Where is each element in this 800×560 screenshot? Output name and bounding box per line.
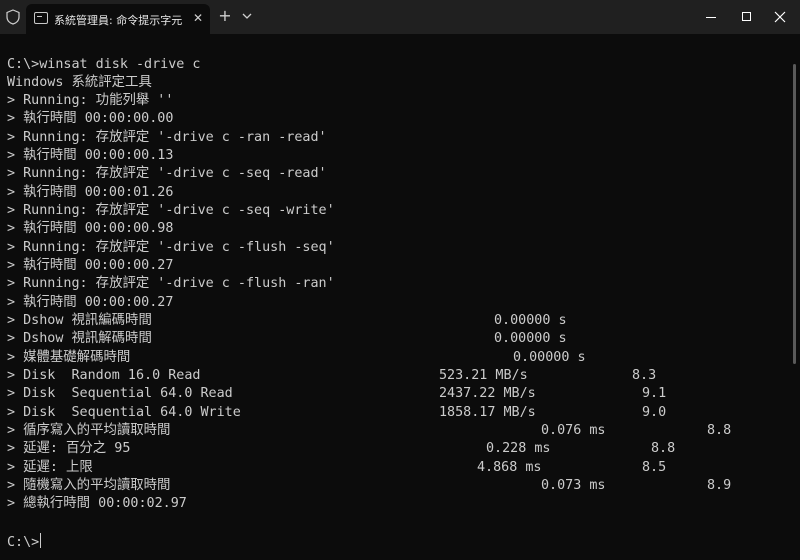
- result-label: > Disk Sequential 64.0 Read: [7, 386, 233, 401]
- terminal-line: > 執行時間 00:00:00.98: [7, 221, 174, 236]
- result-label: > 延遲: 上限: [7, 460, 93, 475]
- terminal-output[interactable]: C:\>winsat disk -drive c Windows 系統評定工具 …: [0, 34, 790, 560]
- result-value: 0.00000 s: [494, 313, 567, 328]
- result-score: 8.9: [707, 478, 732, 493]
- result-value: 0.00000 s: [513, 350, 586, 365]
- result-label: > 隨機寫入的平均讀取時間: [7, 478, 171, 493]
- result-score: 9.1: [642, 386, 667, 401]
- maximize-icon: [742, 12, 751, 21]
- result-label: > Dshow 視訊編碼時間: [7, 313, 152, 328]
- result-label: > Disk Sequential 64.0 Write: [7, 405, 241, 420]
- result-value: 2437.22 MB/s: [439, 386, 536, 401]
- close-icon: [774, 11, 786, 23]
- result-label: > 延遲: 百分之 95: [7, 441, 131, 456]
- terminal-line: > Running: 存放評定 '-drive c -ran -read': [7, 130, 327, 145]
- result-value: 0.073 ms: [541, 478, 606, 493]
- terminal-line: > Running: 存放評定 '-drive c -seq -write': [7, 203, 335, 218]
- terminal-line: > Running: 存放評定 '-drive c -flush -seq': [7, 240, 335, 255]
- result-label: > 媒體基礎解碼時間: [7, 350, 131, 365]
- result-value: 1858.17 MB/s: [439, 405, 536, 420]
- command-prompt[interactable]: C:\>: [7, 533, 42, 551]
- terminal-line: Windows 系統評定工具: [7, 75, 152, 90]
- terminal-line: > Running: 存放評定 '-drive c -flush -ran': [7, 276, 335, 291]
- result-label: > Dshow 視訊解碼時間: [7, 331, 152, 346]
- terminal-line: > 執行時間 00:00:00.27: [7, 258, 174, 273]
- result-value: 0.228 ms: [486, 441, 551, 456]
- title-bar[interactable]: 系統管理員: 命令提示字元 ✕ +: [0, 0, 800, 34]
- result-score: 8.5: [642, 460, 667, 475]
- result-value: 4.868 ms: [477, 460, 542, 475]
- result-label: > Disk Random 16.0 Read: [7, 368, 201, 383]
- result-score: 8.8: [707, 423, 732, 438]
- result-score: 8.3: [632, 368, 657, 383]
- terminal-line: > Running: 存放評定 '-drive c -seq -read': [7, 166, 327, 181]
- prompt-text: C:\>: [7, 535, 40, 550]
- shield-icon: [6, 9, 20, 25]
- text-cursor: [40, 533, 42, 548]
- tab-command-prompt[interactable]: 系統管理員: 命令提示字元 ✕: [26, 4, 210, 34]
- terminal-line: C:\>winsat disk -drive c: [7, 57, 201, 72]
- close-button[interactable]: [758, 0, 800, 34]
- new-tab-button[interactable]: +: [217, 7, 233, 25]
- terminal-line: > Running: 功能列舉 '': [7, 93, 174, 108]
- result-value: 0.076 ms: [541, 423, 606, 438]
- result-label: > 循序寫入的平均讀取時間: [7, 423, 171, 438]
- terminal-line: > 執行時間 00:00:00.27: [7, 295, 174, 310]
- scrollbar-thumb[interactable]: [793, 64, 796, 364]
- result-score: 9.0: [642, 405, 667, 420]
- terminal-line: > 執行時間 00:00:01.26: [7, 185, 174, 200]
- tab-title: 系統管理員: 命令提示字元: [54, 14, 183, 27]
- terminal-window: 系統管理員: 命令提示字元 ✕ + C:\>winsat disk -drive…: [0, 0, 800, 560]
- vertical-scrollbar[interactable]: [790, 34, 800, 560]
- minimize-icon: [706, 17, 716, 18]
- terminal-line: > 執行時間 00:00:00.00: [7, 111, 174, 126]
- chevron-down-icon[interactable]: [241, 8, 253, 24]
- tab-close-button[interactable]: ✕: [191, 11, 205, 25]
- terminal-line: > 執行時間 00:00:00.13: [7, 148, 174, 163]
- terminal-icon: [34, 12, 48, 24]
- total-run-time: > 總執行時間 00:00:02.97: [7, 496, 187, 511]
- result-value: 523.21 MB/s: [439, 368, 528, 383]
- result-value: 0.00000 s: [494, 331, 567, 346]
- result-score: 8.8: [651, 441, 676, 456]
